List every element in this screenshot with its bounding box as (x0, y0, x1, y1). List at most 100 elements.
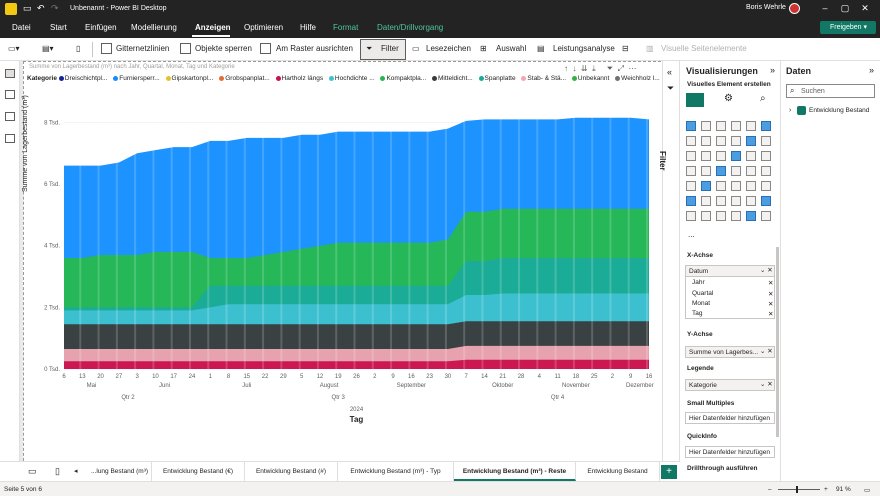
drill-down-icon[interactable]: ↓ (572, 64, 576, 73)
menu-start[interactable]: Start (50, 23, 67, 32)
visual-type-icon[interactable] (686, 166, 696, 176)
remove-icon[interactable]: ✕ (768, 279, 773, 287)
menu-format[interactable]: Format (333, 23, 358, 32)
menu-datei[interactable]: Datei (12, 23, 31, 32)
desktop-layout-icon[interactable]: ▭ (28, 466, 37, 477)
build-visual-tab[interactable] (686, 93, 704, 107)
visual-type-icon[interactable] (686, 121, 696, 131)
visual-type-icon[interactable] (701, 151, 711, 161)
page-tab-active[interactable]: Entwicklung Bestand (m³) - Reste (454, 462, 576, 481)
save-icon[interactable]: ▭ (23, 3, 32, 14)
visual-type-icon[interactable] (761, 166, 771, 176)
drill-up-icon[interactable]: ↑ (564, 64, 568, 73)
visual-type-icon[interactable] (746, 181, 756, 191)
report-view-icon[interactable] (5, 69, 15, 78)
page-tab[interactable]: Entwicklung Bestand (576, 462, 660, 481)
dax-query-icon[interactable] (5, 134, 15, 143)
page-tab[interactable]: Entwicklung Bestand (#) (245, 462, 338, 481)
visual-type-icon[interactable] (731, 121, 741, 131)
focus-mode-icon[interactable]: ⤢ (618, 64, 624, 73)
visual-type-icon[interactable] (761, 181, 771, 191)
table-entwicklung-bestand[interactable]: Entwicklung Bestand (809, 107, 869, 114)
hierarchy-level-tag[interactable]: Tag (692, 310, 702, 317)
visual-type-icon[interactable] (686, 181, 696, 191)
remove-icon[interactable]: ✕ (768, 290, 773, 298)
sync-slicers-icon[interactable]: ⊟ (622, 44, 629, 53)
legend-item[interactable]: Furniersperr... (113, 75, 160, 82)
selection-icon[interactable]: ⊞ (480, 44, 487, 53)
visual-type-icon[interactable] (731, 196, 741, 206)
visual-type-icon[interactable] (716, 136, 726, 146)
visual-type-icon[interactable] (746, 121, 756, 131)
legend-item[interactable]: Kompaktpla... (380, 75, 426, 82)
legend-item[interactable]: Spanplatte (478, 75, 516, 82)
share-button[interactable]: Freigeben ▾ (820, 21, 876, 34)
page-view-icon[interactable]: ▤▾ (42, 44, 54, 53)
hierarchy-level-quartal[interactable]: Quartal (692, 290, 713, 297)
legend-item[interactable]: Weichholz l... (615, 75, 660, 82)
filter-pane-collapsed[interactable]: « ⏷ Filter (658, 61, 680, 481)
visual-type-icon[interactable] (731, 151, 741, 161)
bookmark-icon[interactable]: ▭ (412, 44, 420, 53)
gridlines-checkbox[interactable] (101, 43, 112, 54)
visual-type-icon[interactable] (731, 181, 741, 191)
selection-button[interactable]: Auswahl (496, 44, 526, 53)
visual-type-icon[interactable] (731, 166, 741, 176)
page-tab[interactable]: Entwicklung Bestand (m³) - Typ (338, 462, 454, 481)
undo-icon[interactable]: ↶ (37, 3, 45, 14)
menu-modellierung[interactable]: Modellierung (131, 23, 177, 32)
lock-objects-checkbox[interactable] (180, 43, 191, 54)
performance-icon[interactable]: ▤ (537, 44, 545, 53)
visual-type-icon[interactable] (716, 121, 726, 131)
search-input[interactable]: Suchen (786, 84, 875, 98)
small-multiples-drop[interactable]: Hier Datenfelder hinzufügen (685, 412, 775, 424)
menu-hilfe[interactable]: Hilfe (300, 23, 316, 32)
visual-type-icon[interactable] (701, 136, 711, 146)
visual-type-icon[interactable] (716, 181, 726, 191)
zoom-slider-thumb[interactable] (796, 486, 798, 493)
legend-item[interactable]: Mitteldicht... (432, 75, 473, 82)
model-view-icon[interactable] (5, 112, 15, 121)
expand-icon[interactable]: ⤓ (592, 64, 596, 73)
visual-type-icon[interactable] (746, 211, 756, 221)
visual-type-icon[interactable] (761, 151, 771, 161)
bookmarks-button[interactable]: Lesezeichen (426, 44, 471, 53)
more-options-icon[interactable]: ⋯ (628, 64, 636, 73)
pane-scrollbar[interactable] (776, 247, 779, 437)
visual-type-icon[interactable] (761, 196, 771, 206)
visual-type-icon[interactable] (731, 136, 741, 146)
avatar[interactable] (789, 3, 800, 14)
performance-button[interactable]: Leistungsanalyse (553, 44, 615, 53)
tooltips-drop[interactable]: Hier Datenfelder hinzufügen (685, 446, 775, 458)
table-view-icon[interactable] (5, 90, 15, 99)
menu-optimieren[interactable]: Optimieren (244, 23, 283, 32)
more-visuals-icon[interactable]: ... (688, 230, 695, 239)
visual-type-icon[interactable] (746, 136, 756, 146)
legend-item[interactable]: Gipskartonpl... (165, 75, 213, 82)
zoom-in-icon[interactable]: + (824, 486, 828, 493)
remove-icon[interactable]: ✕ (768, 300, 773, 308)
visual-type-icon[interactable] (716, 166, 726, 176)
visual-type-icon[interactable] (746, 166, 756, 176)
mobile-layout-icon[interactable]: ▯ (55, 466, 60, 477)
menu-einfuegen[interactable]: Einfügen (85, 23, 117, 32)
user-name[interactable]: Boris Wehrle (746, 4, 786, 11)
close-icon[interactable]: ✕ (858, 3, 872, 14)
menu-daten-drillvorgang[interactable]: Daten/Drillvorgang (377, 23, 443, 32)
hierarchy-level-monat[interactable]: Monat (692, 300, 710, 307)
visual-type-icon[interactable] (701, 181, 711, 191)
mobile-layout-icon[interactable]: ▯ (76, 44, 80, 53)
analytics-icon[interactable]: ⌕ (760, 93, 766, 104)
page-tab[interactable]: Entwicklung Bestand (€) (152, 462, 245, 481)
format-visual-icon[interactable]: ⚙ (724, 93, 733, 104)
menu-anzeigen[interactable]: Anzeigen (195, 23, 231, 32)
remove-icon[interactable]: ✕ (768, 310, 773, 318)
zoom-slider[interactable] (778, 489, 820, 490)
legend-item[interactable]: Stab- & Stä... (521, 75, 566, 82)
visual-type-icon[interactable] (701, 211, 711, 221)
visual-type-icon[interactable] (686, 136, 696, 146)
visual-type-icon[interactable] (761, 121, 771, 131)
visual-type-icon[interactable] (701, 121, 711, 131)
visual-type-icon[interactable] (746, 151, 756, 161)
add-page-button[interactable]: + (661, 465, 677, 479)
